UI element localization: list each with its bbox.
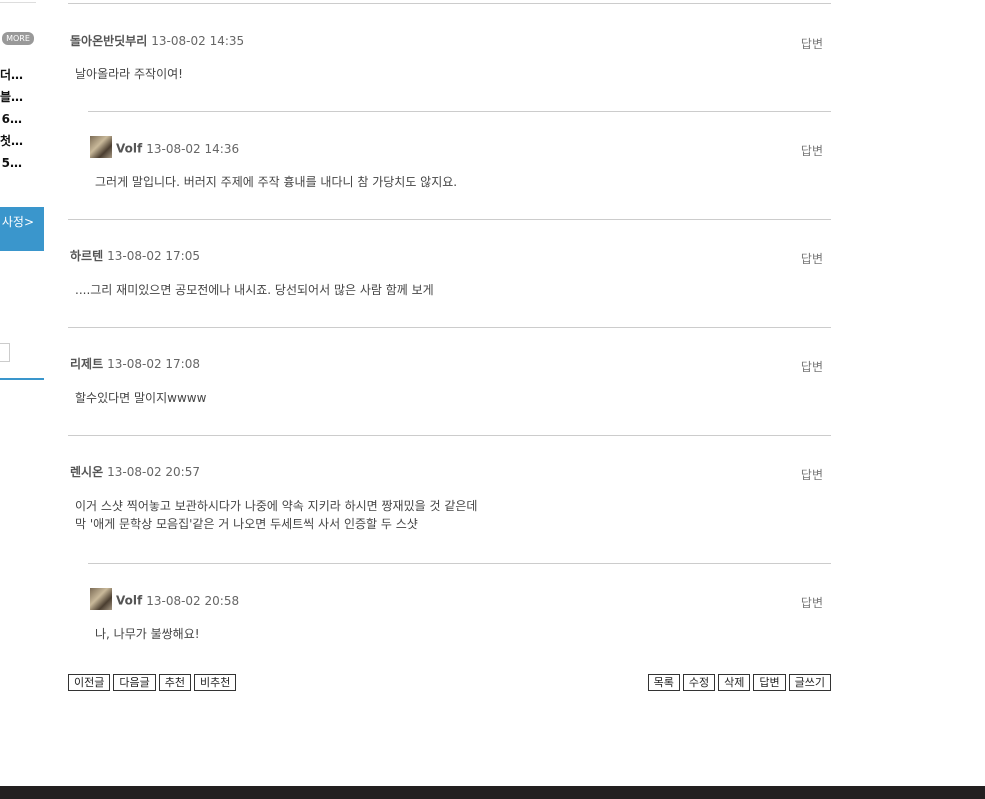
sidebar-post-item[interactable]: 5… (0, 154, 44, 176)
comment-body: 할수있다면 말이지wwww (75, 391, 207, 405)
next-post-button[interactable]: 다음글 (113, 674, 156, 691)
comment-item: 리제트 13-08-02 17:08 답변 할수있다면 말이지wwww (68, 327, 831, 435)
sidebar-search-input[interactable] (0, 343, 10, 362)
edit-button[interactable]: 수정 (682, 674, 716, 691)
sidebar-divider (0, 2, 36, 3)
reply-link[interactable]: 답변 (801, 594, 823, 611)
comment-divider (68, 327, 831, 328)
comment-body: ....그리 재미있으면 공모전에나 내시죠. 당선되어서 많은 사람 함께 보… (75, 283, 434, 297)
reply-link[interactable]: 답변 (801, 358, 823, 375)
avatar (90, 588, 112, 610)
comment-author[interactable]: 리제트 (70, 357, 103, 371)
comment-item: 렌시온 13-08-02 20:57 답변 이거 스샷 찍어놓고 보관하시다가 나… (68, 435, 831, 563)
comment-divider (68, 219, 831, 220)
write-button[interactable]: 글쓰기 (788, 674, 831, 691)
comment-reply-item: Volf 13-08-02 14:36 답변 그러게 말입니다. 버러지 주제에 … (88, 111, 831, 219)
comment-header: Volf 13-08-02 20:58 (90, 588, 240, 612)
sidebar-post-item[interactable]: 더… (0, 66, 44, 88)
comment-author[interactable]: Volf (116, 594, 142, 608)
sidebar-post-item[interactable]: 6… (0, 110, 44, 132)
comment-author[interactable]: 하르텐 (70, 249, 103, 263)
comment-header: Volf 13-08-02 14:36 (90, 136, 240, 160)
post-action-buttons: 목록 수정 삭제 답변 글쓰기 (647, 674, 831, 691)
comment-date: 13-08-02 17:08 (107, 357, 200, 371)
sidebar-post-item[interactable]: 블… (0, 88, 44, 110)
sidebar-banner[interactable]: 사정> (0, 207, 44, 251)
comment-author[interactable]: 돌아온반딧부리 (70, 34, 147, 48)
reply-link[interactable]: 답변 (801, 250, 823, 267)
sidebar-post-list: 더… 블… 6… 첫… 5… (0, 66, 44, 176)
sidebar-rule (0, 378, 44, 380)
comment-divider (88, 111, 831, 112)
comment-author[interactable]: 렌시온 (70, 465, 103, 479)
comment-date: 13-08-02 17:05 (107, 249, 200, 263)
reply-link[interactable]: 답변 (801, 466, 823, 483)
comment-author[interactable]: Volf (116, 142, 142, 156)
comment-date: 13-08-02 20:57 (107, 465, 200, 479)
comment-date: 13-08-02 14:36 (146, 141, 240, 156)
recommend-button[interactable]: 추천 (158, 674, 191, 691)
comment-header: 돌아온반딧부리 13-08-02 14:35 (70, 33, 244, 49)
list-button[interactable]: 목록 (647, 674, 680, 691)
sidebar-post-item[interactable]: 첫… (0, 132, 44, 154)
comment-divider (88, 563, 831, 564)
comment-body: 나, 나무가 불쌍해요! (95, 627, 200, 641)
comment-reply-item: Volf 13-08-02 20:58 답변 나, 나무가 불쌍해요! (88, 563, 831, 663)
not-recommend-button[interactable]: 비추천 (194, 674, 237, 691)
reply-button[interactable]: 답변 (753, 674, 786, 691)
comment-item: 하르텐 13-08-02 17:05 답변 ....그리 재미있으면 공모전에나 … (68, 219, 831, 327)
sidebar: MORE 더… 블… 6… 첫… 5… 사정> (0, 0, 44, 400)
prev-post-button[interactable]: 이전글 (68, 674, 111, 691)
post-nav-buttons: 이전글 다음글 추천 비추천 (68, 674, 237, 691)
comment-header: 리제트 13-08-02 17:08 (70, 356, 200, 372)
comment-header: 렌시온 13-08-02 20:57 (70, 464, 200, 480)
avatar (90, 136, 112, 158)
comment-body: 그러게 말입니다. 버러지 주제에 주작 흉내를 내다니 참 가당치도 않지요. (95, 175, 458, 189)
comment-date: 13-08-02 14:35 (151, 34, 245, 48)
more-button[interactable]: MORE (2, 32, 34, 45)
delete-button[interactable]: 삭제 (718, 674, 751, 691)
comment-body: 이거 스샷 찍어놓고 보관하시다가 나중에 약속 지키라 하시면 짱재밌을 것 … (75, 499, 478, 531)
comment-body: 날아올라라 주작이여! (75, 67, 183, 81)
footer-bar (0, 786, 985, 799)
comment-item: 돌아온반딧부리 13-08-02 14:35 답변 날아올라라 주작이여! (68, 4, 831, 112)
reply-link[interactable]: 답변 (801, 142, 823, 159)
reply-link[interactable]: 답변 (801, 35, 823, 52)
comment-divider (68, 435, 831, 436)
comment-date: 13-08-02 20:58 (146, 593, 240, 608)
comment-header: 하르텐 13-08-02 17:05 (70, 248, 200, 264)
